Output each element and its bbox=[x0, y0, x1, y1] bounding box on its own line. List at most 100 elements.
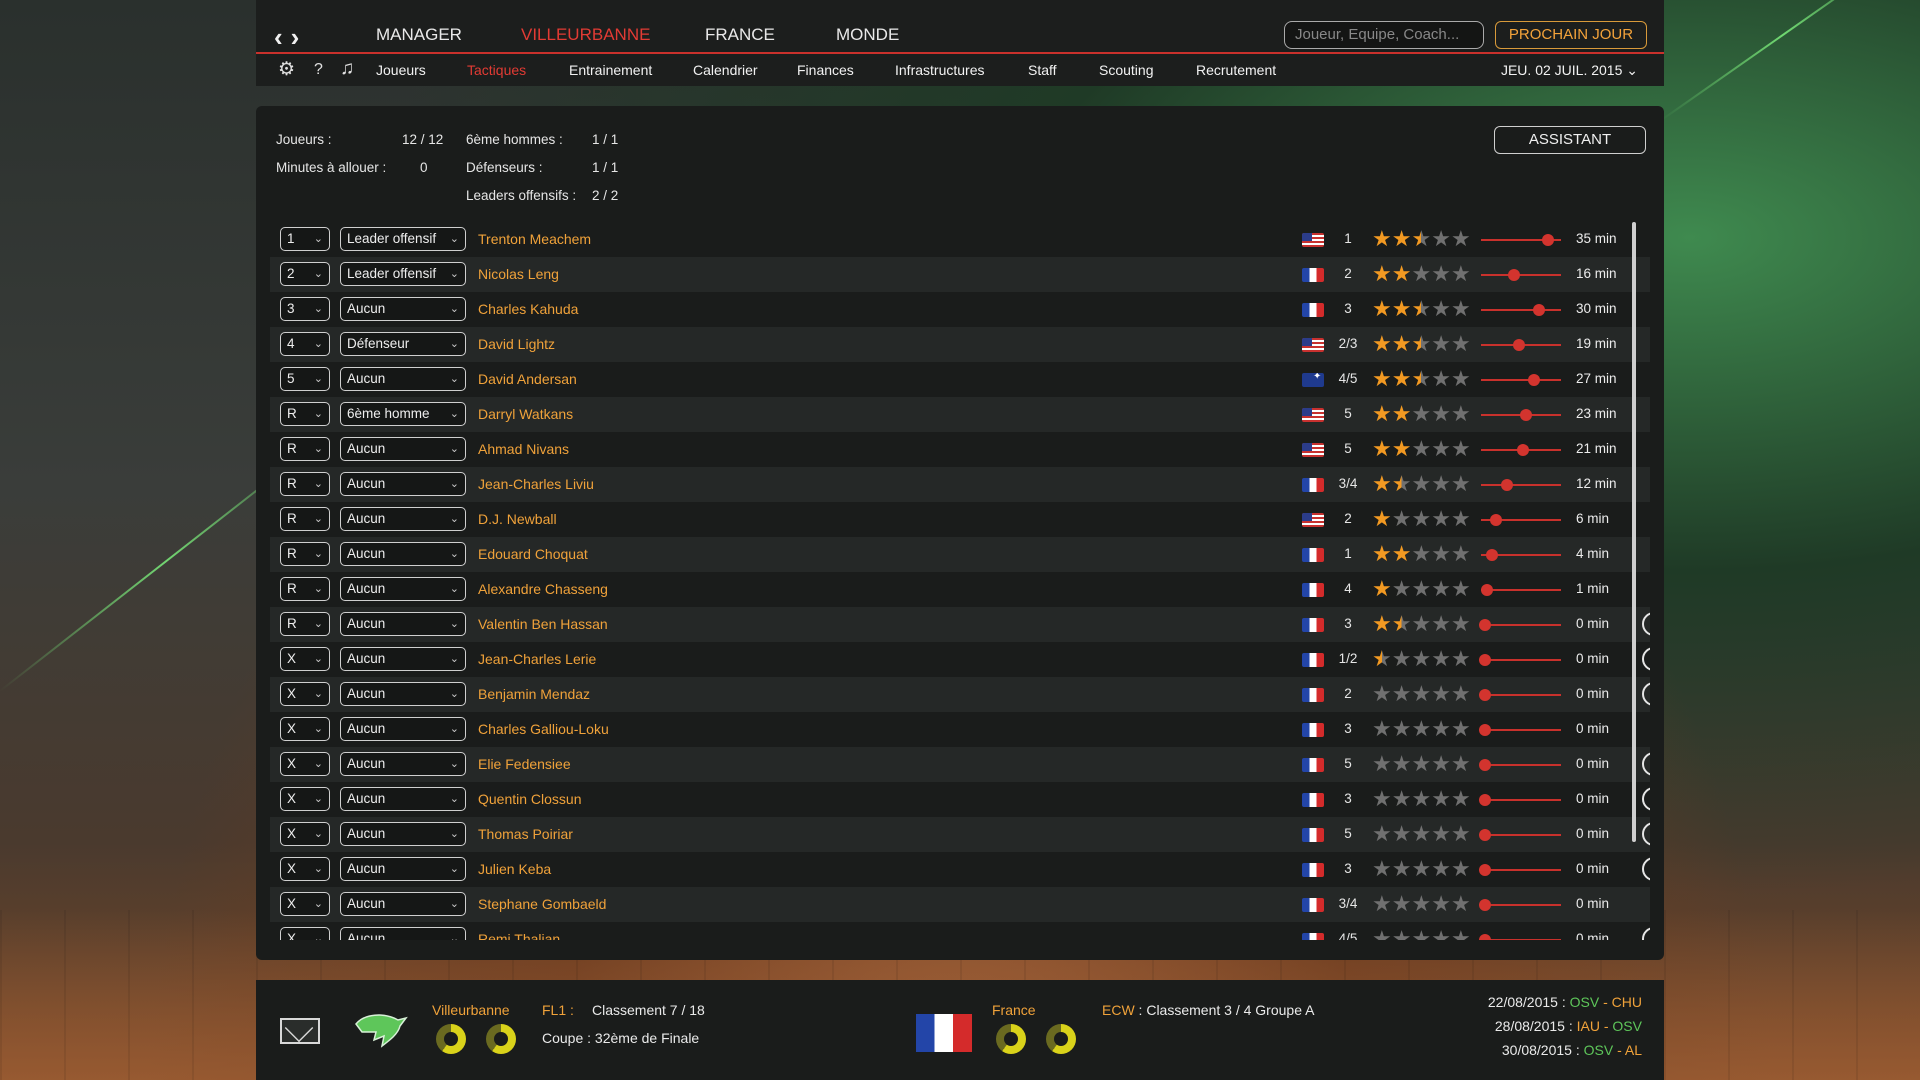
minutes-slider[interactable] bbox=[1479, 899, 1561, 911]
role-select[interactable]: Aucun ⌄ bbox=[340, 892, 466, 916]
slider-knob[interactable] bbox=[1479, 654, 1491, 666]
slot-select[interactable]: X ⌄ bbox=[280, 927, 330, 940]
club-name[interactable]: Villeurbanne bbox=[432, 1002, 510, 1018]
role-select[interactable]: Aucun ⌄ bbox=[340, 787, 466, 811]
slot-select[interactable]: R ⌄ bbox=[280, 437, 330, 461]
subtab-tactiques[interactable]: Tactiques bbox=[467, 62, 526, 78]
role-select[interactable]: Aucun ⌄ bbox=[340, 857, 466, 881]
subtab-scouting[interactable]: Scouting bbox=[1099, 62, 1153, 78]
role-select[interactable]: Aucun ⌄ bbox=[340, 612, 466, 636]
minutes-slider[interactable] bbox=[1479, 829, 1561, 841]
slot-select[interactable]: R ⌄ bbox=[280, 612, 330, 636]
help-icon[interactable]: ? bbox=[1642, 927, 1650, 940]
slot-select[interactable]: R ⌄ bbox=[280, 507, 330, 531]
role-select[interactable]: Aucun ⌄ bbox=[340, 437, 466, 461]
slider-knob[interactable] bbox=[1527, 374, 1540, 386]
slot-select[interactable]: R ⌄ bbox=[280, 542, 330, 566]
slot-select[interactable]: X ⌄ bbox=[280, 892, 330, 916]
subtab-calendrier[interactable]: Calendrier bbox=[693, 62, 758, 78]
slider-knob[interactable] bbox=[1479, 619, 1491, 631]
minutes-slider[interactable] bbox=[1481, 409, 1561, 421]
slider-knob[interactable] bbox=[1533, 304, 1545, 316]
slider-knob[interactable] bbox=[1507, 269, 1520, 281]
slot-select[interactable]: 5 ⌄ bbox=[280, 367, 330, 391]
help-icon[interactable]: ? bbox=[1642, 822, 1650, 846]
player-name-link[interactable]: Ahmad Nivans bbox=[478, 441, 569, 457]
slider-knob[interactable] bbox=[1479, 864, 1491, 876]
assistant-button[interactable]: ASSISTANT bbox=[1494, 126, 1646, 154]
help-icon[interactable]: ? bbox=[1642, 612, 1650, 636]
role-select[interactable]: Leader offensif ⌄ bbox=[340, 227, 466, 251]
slider-knob[interactable] bbox=[1542, 234, 1554, 246]
player-name-link[interactable]: Stephane Gombaeld bbox=[478, 896, 606, 912]
player-name-link[interactable]: Jean-Charles Lerie bbox=[478, 651, 596, 667]
slider-knob[interactable] bbox=[1489, 514, 1502, 526]
search-input[interactable]: Joueur, Equipe, Coach... bbox=[1284, 21, 1484, 49]
list-scrollbar[interactable] bbox=[1632, 222, 1636, 842]
role-select[interactable]: Aucun ⌄ bbox=[340, 927, 466, 940]
slot-select[interactable]: R ⌄ bbox=[280, 472, 330, 496]
upcoming-match[interactable]: 30/08/2015 : OSV - AL bbox=[1482, 1042, 1642, 1058]
player-name-link[interactable]: Nicolas Leng bbox=[478, 266, 559, 282]
role-select[interactable]: Aucun ⌄ bbox=[340, 577, 466, 601]
minutes-slider[interactable] bbox=[1481, 549, 1561, 561]
tab-villeurbanne[interactable]: VILLEURBANNE bbox=[521, 25, 650, 45]
minutes-slider[interactable] bbox=[1479, 724, 1561, 736]
slot-select[interactable]: 2 ⌄ bbox=[280, 262, 330, 286]
slider-knob[interactable] bbox=[1479, 934, 1491, 940]
subtab-staff[interactable]: Staff bbox=[1028, 62, 1057, 78]
player-name-link[interactable]: Charles Kahuda bbox=[478, 301, 578, 317]
role-select[interactable]: Aucun ⌄ bbox=[340, 717, 466, 741]
minutes-slider[interactable] bbox=[1481, 234, 1561, 246]
role-select[interactable]: Aucun ⌄ bbox=[340, 542, 466, 566]
role-select[interactable]: Aucun ⌄ bbox=[340, 507, 466, 531]
help-icon[interactable]: ? bbox=[1642, 752, 1650, 776]
slider-knob[interactable] bbox=[1480, 584, 1493, 596]
minutes-slider[interactable] bbox=[1479, 794, 1561, 806]
minutes-slider[interactable] bbox=[1479, 934, 1561, 940]
slider-knob[interactable] bbox=[1479, 724, 1491, 736]
role-select[interactable]: 6ème homme ⌄ bbox=[340, 402, 466, 426]
minutes-slider[interactable] bbox=[1481, 444, 1561, 456]
slot-select[interactable]: X ⌄ bbox=[280, 857, 330, 881]
current-date-dropdown[interactable]: JEU. 02 JUIL. 2015 ⌄ bbox=[1501, 62, 1638, 79]
slot-select[interactable]: X ⌄ bbox=[280, 752, 330, 776]
minutes-slider[interactable] bbox=[1481, 304, 1561, 316]
help-icon[interactable]: ? bbox=[1642, 787, 1650, 811]
player-name-link[interactable]: Quentin Clossun bbox=[478, 791, 582, 807]
upcoming-match[interactable]: 22/08/2015 : OSV - CHU bbox=[1482, 994, 1642, 1010]
role-select[interactable]: Aucun ⌄ bbox=[340, 752, 466, 776]
slot-select[interactable]: 3 ⌄ bbox=[280, 297, 330, 321]
slider-knob[interactable] bbox=[1479, 794, 1491, 806]
minutes-slider[interactable] bbox=[1479, 619, 1561, 631]
slot-select[interactable]: X ⌄ bbox=[280, 787, 330, 811]
slot-select[interactable]: X ⌄ bbox=[280, 822, 330, 846]
player-name-link[interactable]: Darryl Watkans bbox=[478, 406, 573, 422]
subtab-recrutement[interactable]: Recrutement bbox=[1196, 62, 1276, 78]
player-name-link[interactable]: Remi Thalian bbox=[478, 931, 560, 940]
subtab-finances[interactable]: Finances bbox=[797, 62, 854, 78]
minutes-slider[interactable] bbox=[1481, 479, 1561, 491]
music-icon[interactable]: ♫ bbox=[340, 58, 354, 80]
role-select[interactable]: Aucun ⌄ bbox=[340, 682, 466, 706]
help-icon[interactable]: ? bbox=[1642, 682, 1650, 706]
slot-select[interactable]: X ⌄ bbox=[280, 647, 330, 671]
country-name[interactable]: France bbox=[992, 1002, 1036, 1018]
slider-knob[interactable] bbox=[1500, 479, 1513, 491]
help-icon[interactable]: ? bbox=[1642, 857, 1650, 881]
minutes-slider[interactable] bbox=[1481, 374, 1561, 386]
slider-knob[interactable] bbox=[1516, 444, 1529, 456]
subtab-infrastructures[interactable]: Infrastructures bbox=[895, 62, 984, 78]
player-name-link[interactable]: Valentin Ben Hassan bbox=[478, 616, 608, 632]
league-label[interactable]: FL1 : bbox=[542, 1002, 574, 1018]
tab-monde[interactable]: MONDE bbox=[836, 25, 899, 45]
ecw-label[interactable]: ECW bbox=[1102, 1002, 1135, 1018]
next-day-button[interactable]: PROCHAIN JOUR bbox=[1495, 21, 1647, 49]
player-name-link[interactable]: David Andersan bbox=[478, 371, 577, 387]
minutes-slider[interactable] bbox=[1481, 514, 1561, 526]
slot-select[interactable]: R ⌄ bbox=[280, 402, 330, 426]
player-name-link[interactable]: D.J. Newball bbox=[478, 511, 557, 527]
slider-knob[interactable] bbox=[1479, 899, 1491, 911]
slot-select[interactable]: R ⌄ bbox=[280, 577, 330, 601]
slider-knob[interactable] bbox=[1520, 409, 1533, 421]
